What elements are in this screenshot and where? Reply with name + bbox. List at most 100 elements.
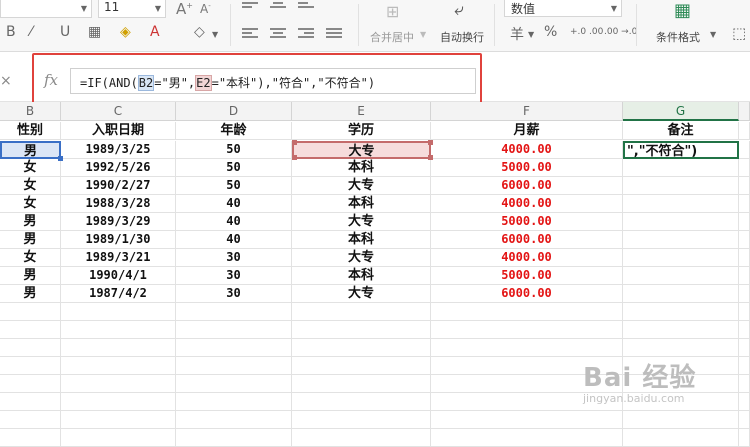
align-left-icon[interactable]: [242, 28, 258, 40]
table-cell-education[interactable]: 本科: [292, 159, 431, 177]
table-cell-hire-date[interactable]: 1990/2/27: [61, 177, 176, 195]
align-middle-icon[interactable]: [270, 2, 286, 14]
table-cell-education[interactable]: 本科: [292, 267, 431, 285]
table-cell-remark[interactable]: [623, 285, 739, 303]
align-right-icon[interactable]: [298, 28, 314, 40]
column-header-c[interactable]: C: [61, 102, 176, 121]
table-cell-age[interactable]: 30: [176, 249, 292, 267]
grid-cell-empty[interactable]: [0, 339, 61, 357]
grid-cell-empty[interactable]: [739, 267, 750, 285]
table-cell-age[interactable]: 50: [176, 159, 292, 177]
align-bottom-icon[interactable]: [298, 2, 314, 14]
grid-cell-empty[interactable]: [61, 375, 176, 393]
table-cell-gender[interactable]: 女: [0, 177, 61, 195]
grid-cell-empty[interactable]: [0, 303, 61, 321]
column-header-f[interactable]: F: [431, 102, 623, 121]
selection-handle[interactable]: [292, 140, 297, 145]
grid-cell-empty[interactable]: [176, 339, 292, 357]
grid-cell-empty[interactable]: [61, 303, 176, 321]
column-title-salary[interactable]: 月薪: [431, 122, 623, 140]
grid-cell-empty[interactable]: [0, 411, 61, 429]
table-cell-salary[interactable]: 4000.00: [431, 249, 623, 267]
table-cell-salary[interactable]: 4000.00: [431, 141, 623, 159]
align-top-icon[interactable]: [242, 2, 258, 14]
grid-cell-empty[interactable]: [292, 411, 431, 429]
grid-cell-empty[interactable]: [61, 339, 176, 357]
grid-cell-empty[interactable]: [739, 375, 750, 393]
grid-cell-empty[interactable]: [61, 321, 176, 339]
table-cell-salary[interactable]: 4000.00: [431, 195, 623, 213]
table-cell-age[interactable]: 30: [176, 267, 292, 285]
grid-cell-empty[interactable]: [739, 285, 750, 303]
formula-input[interactable]: =IF(AND(B2="男",E2="本科"),"符合","不符合"): [70, 68, 476, 94]
grid-cell-empty[interactable]: [623, 303, 739, 321]
table-cell-salary[interactable]: 6000.00: [431, 231, 623, 249]
wrap-text-button[interactable]: 自动换行: [440, 29, 484, 45]
grid-cell-empty[interactable]: [431, 303, 623, 321]
table-cell-age[interactable]: 40: [176, 195, 292, 213]
font-size-dropdown[interactable]: 11 ▼: [98, 0, 166, 18]
percent-icon[interactable]: %: [544, 24, 557, 40]
grid-cell-empty[interactable]: [623, 339, 739, 357]
table-cell-education[interactable]: 大专: [292, 141, 431, 159]
grid-cell-empty[interactable]: [739, 429, 750, 447]
table-cell-salary[interactable]: 6000.00: [431, 177, 623, 195]
table-cell-salary[interactable]: 5000.00: [431, 213, 623, 231]
table-cell-gender[interactable]: 女: [0, 249, 61, 267]
table-cell-hire-date[interactable]: 1990/4/1: [61, 267, 176, 285]
table-cell-hire-date[interactable]: 1989/1/30: [61, 231, 176, 249]
grid-cell-empty[interactable]: [176, 303, 292, 321]
grid-cell-empty[interactable]: [739, 249, 750, 267]
grid-cell-empty[interactable]: [292, 375, 431, 393]
column-title-remark[interactable]: 备注: [623, 122, 739, 140]
table-cell-hire-date[interactable]: 1989/3/29: [61, 213, 176, 231]
grid-cell-empty[interactable]: [61, 411, 176, 429]
selection-handle[interactable]: [428, 140, 433, 145]
italic-icon[interactable]: ⁄: [30, 24, 32, 40]
selection-handle[interactable]: [292, 155, 297, 160]
grid-cell-empty[interactable]: [431, 339, 623, 357]
font-color-icon[interactable]: A: [150, 24, 160, 40]
table-cell-age[interactable]: 30: [176, 285, 292, 303]
currency-icon[interactable]: 羊: [510, 24, 524, 44]
table-cell-salary[interactable]: 6000.00: [431, 285, 623, 303]
table-cell-salary[interactable]: 5000.00: [431, 159, 623, 177]
table-cell-gender[interactable]: 男: [0, 213, 61, 231]
selection-handle[interactable]: [428, 155, 433, 160]
grid-cell-empty[interactable]: [176, 321, 292, 339]
grid-cell-empty[interactable]: [739, 303, 750, 321]
grid-cell-empty[interactable]: [0, 357, 61, 375]
increase-font-icon[interactable]: A+: [176, 0, 193, 18]
fill-color-icon[interactable]: ◈: [120, 24, 131, 40]
grid-cell-empty[interactable]: [176, 411, 292, 429]
table-cell-remark[interactable]: [623, 195, 739, 213]
table-cell-hire-date[interactable]: 1989/3/21: [61, 249, 176, 267]
grid-cell-empty[interactable]: [739, 177, 750, 195]
grid-cell-empty[interactable]: [176, 375, 292, 393]
grid-cell-empty[interactable]: [176, 429, 292, 447]
column-header-e[interactable]: E: [292, 102, 431, 121]
grid-cell-empty[interactable]: [431, 321, 623, 339]
decrease-font-icon[interactable]: A-: [200, 2, 211, 16]
table-cell-remark[interactable]: ","不符合"): [623, 141, 739, 159]
grid-cell-empty[interactable]: [0, 375, 61, 393]
grid-cell-empty[interactable]: [623, 429, 739, 447]
table-cell-gender[interactable]: 女: [0, 195, 61, 213]
table-cell-salary[interactable]: 5000.00: [431, 267, 623, 285]
wrap-text-icon[interactable]: ⤶: [454, 0, 464, 20]
grid-cell-empty[interactable]: [176, 357, 292, 375]
grid-cell-empty[interactable]: [739, 122, 750, 140]
grid-cell-empty[interactable]: [623, 321, 739, 339]
grid-cell-empty[interactable]: [739, 357, 750, 375]
number-format-dropdown[interactable]: 数值 ▼: [504, 0, 622, 17]
merge-cells-icon[interactable]: ⊞: [386, 2, 399, 21]
table-cell-education[interactable]: 本科: [292, 231, 431, 249]
grid-cell-empty[interactable]: [61, 393, 176, 411]
table-cell-remark[interactable]: [623, 213, 739, 231]
table-cell-remark[interactable]: [623, 159, 739, 177]
table-cell-gender[interactable]: 男: [0, 141, 61, 159]
border-icon[interactable]: ▦: [88, 24, 101, 40]
grid-cell-empty[interactable]: [739, 213, 750, 231]
table-cell-remark[interactable]: [623, 249, 739, 267]
column-header-g[interactable]: G: [623, 102, 739, 121]
